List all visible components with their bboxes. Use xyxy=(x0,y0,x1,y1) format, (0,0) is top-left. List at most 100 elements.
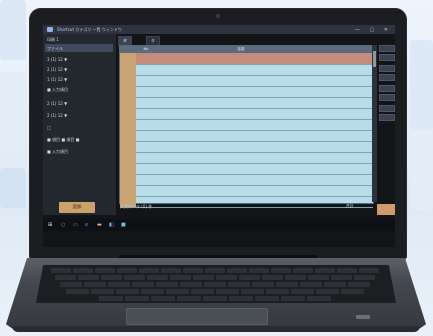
search-icon[interactable]: ○ xyxy=(61,222,65,228)
windows-taskbar: ⊞ ○ ▭ e ▬ ◧ ■ xyxy=(43,219,395,231)
table-cell-c5 xyxy=(350,53,373,64)
table-cell-name xyxy=(156,53,328,64)
background-tile xyxy=(410,150,433,210)
store-icon[interactable]: ◧ xyxy=(109,222,114,228)
table-cell-id xyxy=(136,64,156,75)
keyboard-key xyxy=(204,282,226,287)
table-cell-name xyxy=(156,185,328,196)
keyboard-key xyxy=(276,282,298,287)
table-cell-c5 xyxy=(350,75,373,86)
table-cell-id xyxy=(136,130,156,141)
table-row[interactable] xyxy=(120,196,373,208)
side-button[interactable] xyxy=(379,94,395,101)
side-button[interactable] xyxy=(379,114,395,121)
column-header[interactable] xyxy=(350,46,373,53)
right-action-panel xyxy=(379,43,395,215)
windows-logo-icon[interactable]: ⊞ xyxy=(48,222,52,228)
column-header[interactable]: 名前 xyxy=(156,46,326,53)
keyboard-key xyxy=(66,289,89,294)
window-controls[interactable]: — ▢ ✕ xyxy=(355,26,392,35)
app-icon[interactable]: ■ xyxy=(121,222,126,228)
background-tile xyxy=(410,40,433,130)
keyboard-key xyxy=(315,268,335,273)
column-header[interactable] xyxy=(326,46,350,53)
table-cell-id xyxy=(136,108,156,119)
window-title: Shortcut カテゴリ 一覧 ウィンドウ xyxy=(57,27,122,32)
left-panel-row[interactable]: ■ 項目 ■ 項目 ■ xyxy=(47,136,79,143)
keyboard-key xyxy=(99,296,123,301)
touchpad[interactable] xyxy=(126,308,268,325)
keyboard-key xyxy=(241,289,264,294)
keyboard-key xyxy=(308,275,329,280)
table-cell-num xyxy=(120,174,136,185)
table-cell-id xyxy=(136,163,156,174)
keyboard-key xyxy=(183,268,203,273)
left-panel-row[interactable]: 1 (1) 12 ▼ xyxy=(47,76,67,83)
left-panel-row[interactable]: 2 (1) 12 ▼ xyxy=(47,100,67,107)
table-cell-name xyxy=(156,75,328,86)
edge-icon[interactable]: e xyxy=(85,222,88,228)
column-header[interactable]: No xyxy=(136,46,156,53)
scrollbar-thumb[interactable] xyxy=(373,51,376,67)
column-header[interactable] xyxy=(120,46,136,53)
table-cell-c4 xyxy=(326,119,350,130)
keyboard-key xyxy=(341,289,364,294)
side-button[interactable] xyxy=(379,74,395,81)
table-cell-c5 xyxy=(350,108,373,119)
left-panel-row[interactable]: ■ 入力項目 xyxy=(47,86,68,93)
table-cell-name xyxy=(156,64,328,75)
table-cell-c4 xyxy=(326,152,350,163)
side-button[interactable] xyxy=(379,54,395,61)
keyboard-key xyxy=(95,268,115,273)
window-titlebar[interactable]: Shortcut カテゴリ 一覧 ウィンドウ — ▢ ✕ xyxy=(43,25,395,34)
explorer-icon[interactable]: ▬ xyxy=(97,222,102,228)
side-button[interactable] xyxy=(379,45,395,52)
left-panel-row[interactable]: 2 (1) 12 ▼ xyxy=(47,112,67,119)
keyboard-key xyxy=(116,289,139,294)
table-cell-name xyxy=(156,130,328,141)
keyboard-key xyxy=(132,282,154,287)
keyboard-key xyxy=(51,268,71,273)
left-panel-row[interactable]: 3 (1) 12 ▼ xyxy=(47,56,67,63)
table-cell-id xyxy=(136,141,156,152)
table-cell-c4 xyxy=(326,185,350,196)
keyboard-key xyxy=(216,289,239,294)
left-panel-row[interactable]: 印刷 1 xyxy=(47,36,59,43)
left-panel-row[interactable]: 2 (1) 12 ▼ xyxy=(47,66,67,73)
left-panel-row[interactable]: □ xyxy=(47,124,51,131)
keyboard-key xyxy=(73,268,93,273)
add-button[interactable]: 追加 xyxy=(59,202,95,213)
keyboard-key xyxy=(180,282,202,287)
table-cell-num xyxy=(120,86,136,97)
left-panel-row[interactable]: ファイル xyxy=(47,45,63,52)
keyboard-key xyxy=(285,275,306,280)
keyboard-key xyxy=(91,289,114,294)
count-label: 合計 xyxy=(346,203,354,208)
background-tile xyxy=(0,72,26,152)
keyboard-key xyxy=(293,268,313,273)
keyboard-key xyxy=(151,296,175,301)
keyboard-key xyxy=(166,289,189,294)
table-cell-name xyxy=(156,97,328,108)
task-view-icon[interactable]: ▭ xyxy=(73,222,78,228)
keyboard-key xyxy=(156,282,178,287)
table-cell-c5 xyxy=(350,130,373,141)
webcam xyxy=(216,14,220,18)
table-cell-c4 xyxy=(326,141,350,152)
left-panel-row[interactable]: ■ 入力項目 xyxy=(47,148,68,155)
table-cell-id xyxy=(136,152,156,163)
table-cell-c4 xyxy=(326,97,350,108)
save-button[interactable] xyxy=(377,204,395,215)
table-cell-id xyxy=(136,53,156,64)
data-grid: No 名前 xyxy=(119,45,374,208)
table-cell-c4 xyxy=(326,108,350,119)
keyboard-key xyxy=(229,296,253,301)
table-cell-c5 xyxy=(350,185,373,196)
table-cell-c5 xyxy=(350,174,373,185)
side-button[interactable] xyxy=(379,65,395,72)
table-cell-c4 xyxy=(326,75,350,86)
grid-scrollbar[interactable] xyxy=(372,45,377,202)
table-cell-num xyxy=(120,75,136,86)
side-button[interactable] xyxy=(379,105,395,112)
side-button[interactable] xyxy=(379,85,395,92)
